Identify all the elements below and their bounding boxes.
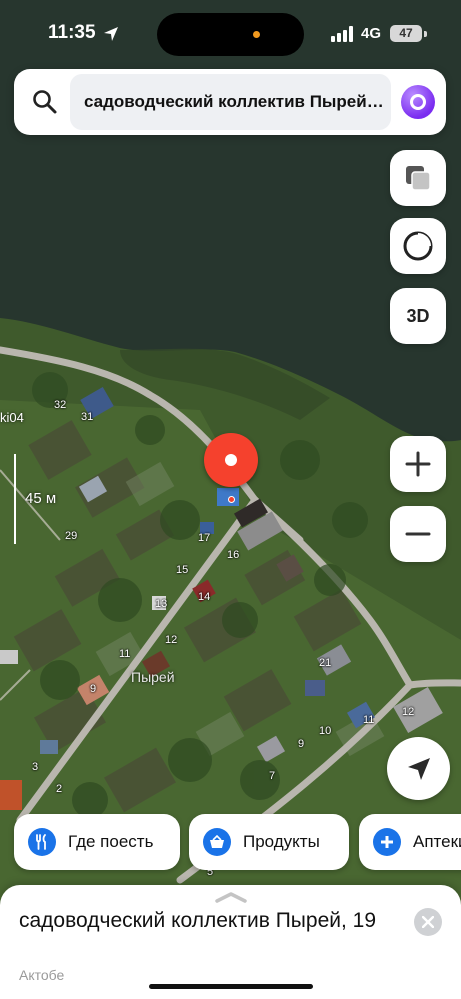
- map-scale-bar: [14, 454, 16, 544]
- house-number: 9: [90, 683, 97, 695]
- house-number: 11: [119, 648, 131, 660]
- 3d-mode-label: 3D: [406, 305, 430, 326]
- location-pin-point: [228, 496, 235, 503]
- house-number: 9: [298, 738, 305, 750]
- category-label: Где поесть: [68, 832, 154, 851]
- house-number: 3: [32, 761, 39, 773]
- battery-icon: 47: [390, 25, 422, 42]
- plus-icon: [373, 828, 401, 856]
- map-scale-label: 45 м: [25, 490, 57, 507]
- fork-knife-icon: [28, 828, 56, 856]
- map-mode-button[interactable]: [390, 218, 446, 274]
- place-city: Актобе: [19, 967, 65, 983]
- house-number: 16: [227, 549, 240, 561]
- category-chip-pharmacy[interactable]: Аптеки: [359, 814, 461, 870]
- close-icon: [422, 916, 434, 928]
- location-pin[interactable]: [204, 433, 258, 487]
- house-number: 15: [176, 564, 189, 576]
- category-chip-food[interactable]: Где поесть: [14, 814, 180, 870]
- category-chip-groceries[interactable]: Продукты: [189, 814, 349, 870]
- dynamic-island: [157, 13, 304, 56]
- my-location-button[interactable]: [387, 737, 450, 800]
- privacy-indicator: [253, 31, 260, 38]
- place-title: садоводческий коллектив Пырей, 19: [19, 909, 376, 932]
- house-number: 13: [155, 598, 168, 610]
- house-number: 12: [402, 706, 415, 718]
- place-card[interactable]: садоводческий коллектив Пырей, 19 Актобе: [0, 885, 461, 999]
- house-number: 17: [198, 532, 211, 544]
- compass-icon: [403, 231, 433, 261]
- location-arrow-icon: [104, 27, 118, 41]
- category-label: Продукты: [243, 832, 320, 851]
- map-edge-label: ki04: [0, 410, 24, 425]
- minus-icon: [405, 532, 431, 536]
- search-query: садоводческий коллектив Пырей, 19: [84, 92, 384, 111]
- search-icon[interactable]: [32, 89, 58, 115]
- house-number: 31: [81, 411, 94, 423]
- cellular-signal-icon: [331, 26, 353, 42]
- search-input[interactable]: садоводческий коллектив Пырей, 19: [70, 74, 391, 130]
- navigation-arrow-icon: [407, 757, 430, 780]
- house-number: 12: [165, 634, 178, 646]
- 3d-mode-button[interactable]: 3D: [390, 288, 446, 344]
- search-bar: садоводческий коллектив Пырей, 19: [14, 69, 446, 135]
- basket-icon: [203, 828, 231, 856]
- house-number: 7: [269, 770, 276, 782]
- battery-tip: [424, 31, 427, 37]
- status-bar: 11:35 4G 47: [0, 0, 461, 66]
- plus-icon: [405, 451, 431, 477]
- zoom-out-button[interactable]: [390, 506, 446, 562]
- home-indicator[interactable]: [149, 984, 313, 989]
- close-button[interactable]: [414, 908, 442, 936]
- chevron-up-icon[interactable]: [215, 891, 247, 903]
- status-time: 11:35: [48, 22, 96, 43]
- battery-level: 47: [399, 26, 413, 40]
- house-number: 32: [54, 399, 67, 411]
- layers-icon: [406, 166, 431, 191]
- house-number: 21: [319, 657, 332, 669]
- map-place-label: Пырей: [131, 669, 175, 685]
- category-label: Аптеки: [413, 832, 461, 851]
- house-number: 11: [363, 714, 375, 726]
- house-number: 2: [56, 783, 63, 795]
- network-type: 4G: [361, 25, 382, 42]
- house-number: 10: [319, 725, 332, 737]
- house-number: 14: [198, 591, 211, 603]
- map-layers-button[interactable]: [390, 150, 446, 206]
- house-number: 29: [65, 530, 78, 542]
- zoom-in-button[interactable]: [390, 436, 446, 492]
- voice-assistant-icon[interactable]: [401, 85, 435, 119]
